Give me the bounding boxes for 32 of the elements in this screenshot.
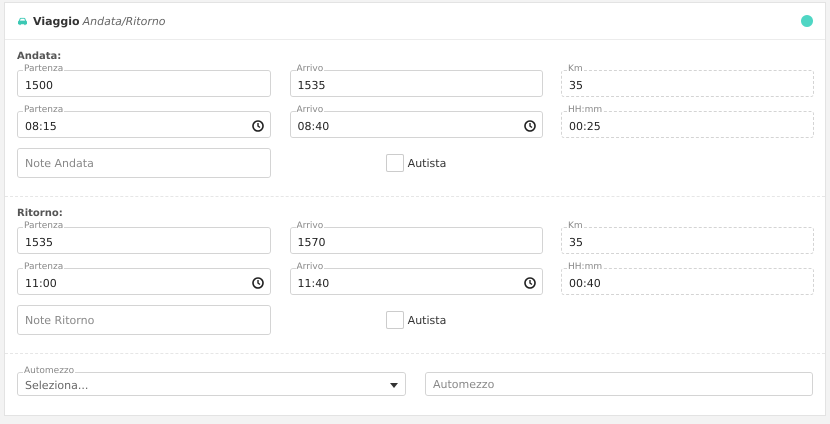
checkbox-label: Autista <box>408 156 446 170</box>
clock-icon[interactable] <box>252 277 264 289</box>
section-title: Ritorno: <box>17 207 64 221</box>
car-icon <box>17 16 28 26</box>
input-field[interactable]: 1535 <box>17 227 271 254</box>
card-title: Viaggio <box>33 14 80 28</box>
dropdown-field[interactable]: Seleziona... <box>17 372 406 396</box>
card-subtitle: Andata/Ritorno <box>82 14 166 28</box>
checkbox-label: Autista <box>408 314 446 326</box>
note-field[interactable]: Note Andata <box>17 148 271 178</box>
checkbox[interactable] <box>386 311 404 329</box>
input-field[interactable]: 1570 <box>290 227 542 254</box>
input-field[interactable]: Automezzo <box>425 372 813 396</box>
time-field[interactable]: 11:40 <box>290 268 542 295</box>
input-field[interactable]: 1535 <box>290 70 542 97</box>
readonly-field[interactable]: 00:40 <box>561 268 814 295</box>
input-field[interactable]: 1500 <box>17 70 271 97</box>
clock-icon[interactable] <box>252 120 264 132</box>
clock-icon[interactable] <box>524 120 536 132</box>
checkbox[interactable] <box>386 154 404 172</box>
readonly-field[interactable]: 00:25 <box>561 111 814 138</box>
time-field[interactable]: 08:15 <box>17 111 271 138</box>
readonly-field[interactable]: 35 <box>561 227 814 254</box>
note-field[interactable]: Note Ritorno <box>17 305 271 335</box>
section-title: Andata: <box>17 50 62 64</box>
time-field[interactable]: 11:00 <box>17 268 271 295</box>
dropdown-value: Seleziona... <box>25 379 88 392</box>
clock-icon[interactable] <box>524 277 536 289</box>
caret-icon[interactable] <box>390 383 398 388</box>
time-field[interactable]: 08:40 <box>290 111 542 138</box>
readonly-field[interactable]: 35 <box>561 70 814 97</box>
status-dot <box>801 15 813 27</box>
